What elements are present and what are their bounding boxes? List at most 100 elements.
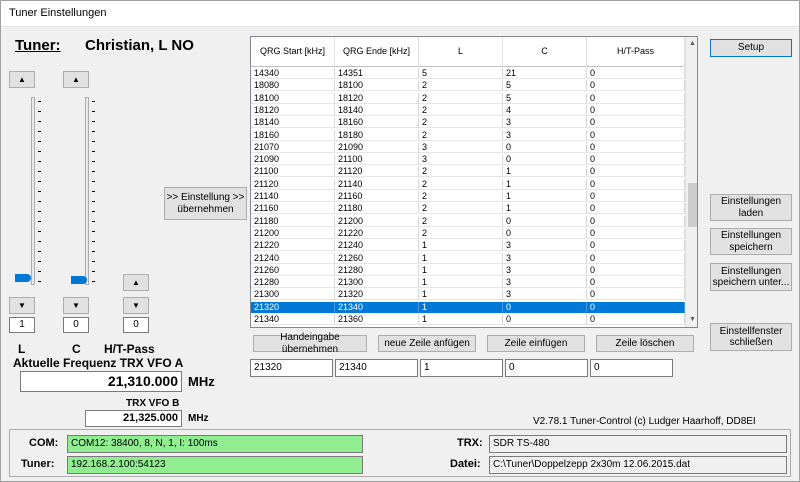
scroll-down-icon[interactable]: ▼ (686, 313, 697, 327)
table-row[interactable]: 21280 21300 1 3 0 (251, 277, 685, 289)
table-cell[interactable]: 0 (587, 215, 685, 227)
table-cell[interactable]: 21120 (335, 166, 419, 178)
table-cell[interactable]: 0 (503, 141, 587, 153)
table-row[interactable]: 21160 21180 2 1 0 (251, 203, 685, 215)
table-cell[interactable]: 21160 (251, 203, 335, 215)
ht-up-button[interactable]: ▲ (123, 274, 149, 291)
table-cell[interactable]: 5 (419, 68, 503, 79)
table-row[interactable]: 21180 21200 2 0 0 (251, 215, 685, 227)
zeile-einfuegen-button[interactable]: Zeile einfügen (487, 335, 585, 352)
table-cell[interactable]: 0 (587, 178, 685, 190)
table-cell[interactable]: 2 (419, 104, 503, 116)
c-slider-thumb[interactable] (71, 276, 87, 284)
table-cell[interactable]: 14340 (251, 68, 335, 79)
table-cell[interactable]: 21220 (251, 240, 335, 252)
table-cell[interactable]: 2 (419, 191, 503, 202)
uebernehmen-button[interactable]: >> Einstellung >> übernehmen (164, 187, 247, 220)
table-cell[interactable]: 21340 (335, 301, 419, 313)
handeingabe-button[interactable]: Handeingabe übernehmen (253, 332, 367, 355)
table-cell[interactable]: 2 (419, 215, 503, 227)
table-cell[interactable]: 21340 (251, 314, 335, 325)
table-cell[interactable]: 5 (503, 80, 587, 92)
table-cell[interactable]: 0 (503, 301, 587, 313)
col-qrg-ende[interactable]: QRG Ende [kHz] (335, 37, 419, 67)
table-cell[interactable]: 21240 (335, 240, 419, 252)
table-cell[interactable]: 21240 (251, 252, 335, 264)
table-cell[interactable]: 0 (587, 104, 685, 116)
table-cell[interactable]: 21200 (335, 215, 419, 227)
table-cell[interactable]: 2 (419, 227, 503, 239)
table-cell[interactable]: 18100 (335, 80, 419, 92)
table-cell[interactable]: 18160 (251, 129, 335, 141)
table-cell[interactable]: 21180 (251, 215, 335, 227)
table-row[interactable]: 21240 21260 1 3 0 (251, 252, 685, 264)
table-cell[interactable]: 21260 (251, 264, 335, 276)
col-l[interactable]: L (419, 37, 503, 67)
einstellungen-speichern-unter-button[interactable]: Einstellungen speichern unter... (710, 263, 792, 291)
table-cell[interactable]: 0 (587, 203, 685, 215)
table-row[interactable]: 21300 21320 1 3 0 (251, 289, 685, 301)
table-cell[interactable]: 21180 (335, 203, 419, 215)
table-cell[interactable]: 3 (419, 154, 503, 166)
table-cell[interactable]: 21200 (251, 227, 335, 239)
table-cell[interactable]: 21320 (251, 301, 335, 313)
table-cell[interactable]: 3 (503, 277, 587, 289)
table-cell[interactable]: 21120 (251, 178, 335, 190)
c-slider-track[interactable] (85, 97, 89, 285)
table-cell[interactable]: 0 (587, 264, 685, 276)
table-cell[interactable]: 0 (587, 92, 685, 104)
table-cell[interactable]: 0 (587, 314, 685, 325)
table-cell[interactable]: 3 (503, 252, 587, 264)
table-cell[interactable]: 18120 (335, 92, 419, 104)
table-cell[interactable]: 1 (419, 314, 503, 325)
table-cell[interactable]: 21100 (251, 166, 335, 178)
table-cell[interactable]: 0 (503, 215, 587, 227)
table-scrollbar[interactable]: ▲ ▼ (685, 37, 697, 327)
table-cell[interactable]: 3 (503, 289, 587, 301)
table-cell[interactable]: 0 (587, 191, 685, 202)
table-cell[interactable]: 5 (503, 92, 587, 104)
table-cell[interactable]: 1 (419, 289, 503, 301)
table-cell[interactable]: 1 (503, 166, 587, 178)
table-cell[interactable]: 1 (503, 191, 587, 202)
ht-down-button[interactable]: ▼ (123, 297, 149, 314)
c-down-button[interactable]: ▼ (63, 297, 89, 314)
table-cell[interactable]: 3 (503, 264, 587, 276)
table-row[interactable]: 21200 21220 2 0 0 (251, 227, 685, 239)
table-cell[interactable]: 21070 (251, 141, 335, 153)
table-cell[interactable]: 18160 (335, 117, 419, 129)
table-cell[interactable]: 1 (503, 203, 587, 215)
table-cell[interactable]: 2 (419, 203, 503, 215)
table-cell[interactable]: 1 (503, 178, 587, 190)
table-cell[interactable]: 1 (419, 240, 503, 252)
table-cell[interactable]: 2 (419, 178, 503, 190)
l-slider-track[interactable] (31, 97, 35, 285)
edit-ht-input[interactable]: 0 (590, 359, 673, 377)
table-cell[interactable]: 0 (587, 252, 685, 264)
table-cell[interactable]: 2 (419, 80, 503, 92)
table-row[interactable]: 21100 21120 2 1 0 (251, 166, 685, 178)
table-cell[interactable]: 21320 (335, 289, 419, 301)
neue-zeile-button[interactable]: neue Zeile anfügen (378, 335, 476, 352)
table-cell[interactable]: 18080 (251, 80, 335, 92)
table-cell[interactable]: 0 (587, 227, 685, 239)
table-cell[interactable]: 21280 (251, 277, 335, 289)
table-cell[interactable]: 2 (419, 129, 503, 141)
table-cell[interactable]: 21 (503, 68, 587, 79)
setup-button[interactable]: Setup (710, 39, 792, 57)
table-row[interactable]: 18100 18120 2 5 0 (251, 92, 685, 104)
table-row[interactable]: 21120 21140 2 1 0 (251, 178, 685, 190)
table-cell[interactable]: 21260 (335, 252, 419, 264)
edit-end-input[interactable]: 21340 (335, 359, 418, 377)
table-cell[interactable]: 18100 (251, 92, 335, 104)
einstellungen-laden-button[interactable]: Einstellungen laden (710, 194, 792, 221)
col-ht-pass[interactable]: H/T-Pass (587, 37, 685, 67)
table-cell[interactable]: 21090 (335, 141, 419, 153)
l-slider-thumb[interactable] (15, 274, 31, 282)
table-cell[interactable]: 0 (587, 166, 685, 178)
edit-l-input[interactable]: 1 (420, 359, 503, 377)
table-cell[interactable]: 0 (587, 117, 685, 129)
table-cell[interactable]: 1 (419, 252, 503, 264)
table-cell[interactable]: 2 (419, 92, 503, 104)
table-row[interactable]: 21340 21360 1 0 0 (251, 314, 685, 325)
